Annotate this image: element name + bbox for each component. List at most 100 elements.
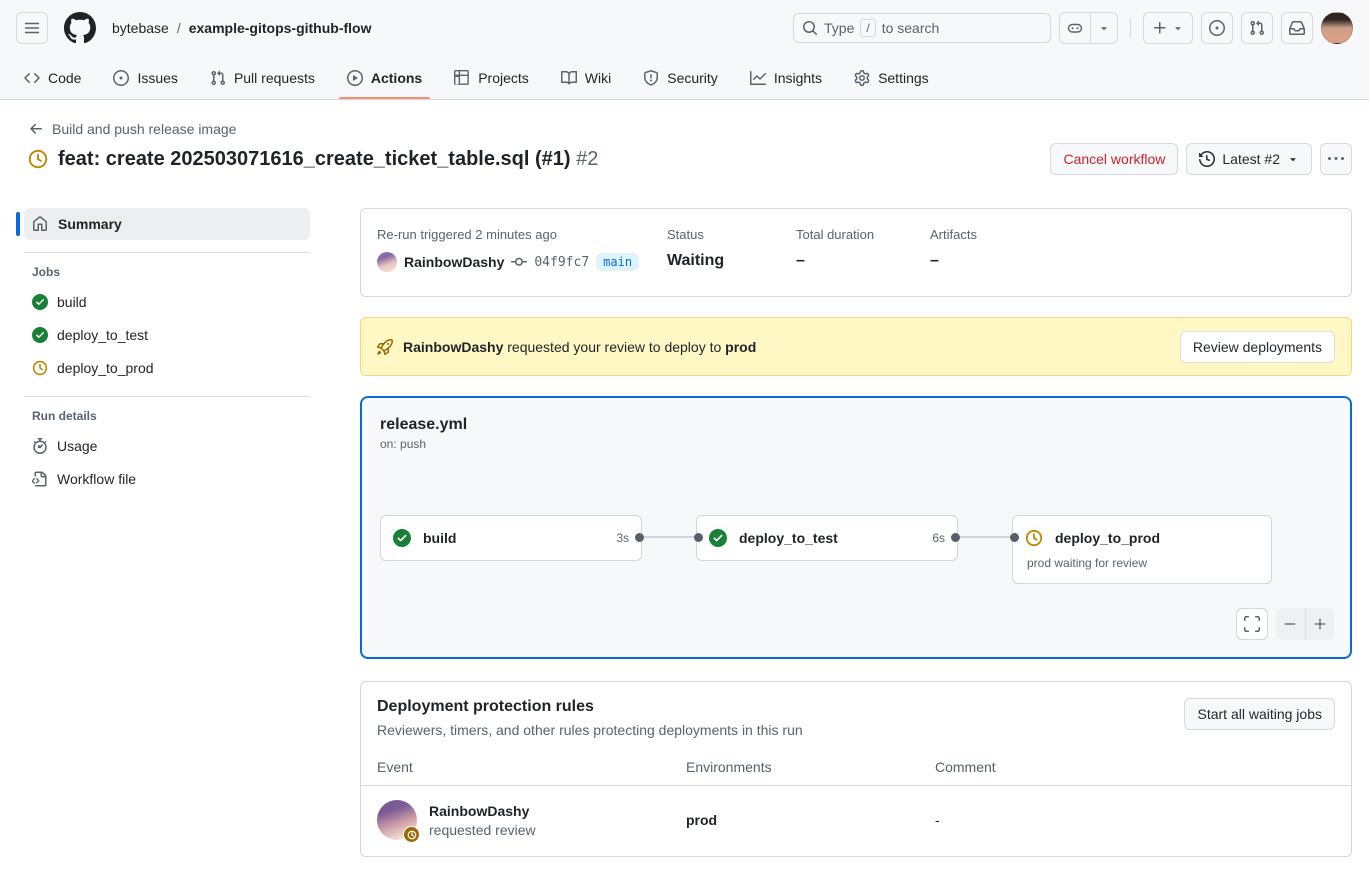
graph-node-deploy-to-test[interactable]: deploy_to_test 6s [696, 515, 958, 561]
gear-icon [854, 70, 870, 86]
node-label: deploy_to_test [739, 530, 838, 546]
tab-settings[interactable]: Settings [846, 56, 937, 99]
duration-value: – [796, 252, 930, 270]
minus-icon [1283, 617, 1297, 631]
pull-requests-dashboard-button[interactable] [1241, 12, 1273, 44]
usage-label: Usage [57, 438, 97, 454]
commit-sha[interactable]: 04f9fc7 [534, 255, 589, 270]
run-number: #2 [576, 148, 598, 170]
sidebar-job-deploy-to-prod[interactable]: deploy_to_prod [16, 351, 310, 384]
check-circle-icon [393, 529, 411, 547]
github-octocat-icon[interactable] [64, 12, 96, 44]
run-status-card: Re-run triggered 2 minutes ago RainbowDa… [360, 208, 1352, 297]
tab-code[interactable]: Code [16, 56, 89, 99]
branch-badge[interactable]: main [596, 253, 639, 271]
git-pull-request-icon [1249, 20, 1265, 36]
breadcrumb-repo[interactable]: example-gitops-github-flow [189, 20, 372, 36]
tab-actions[interactable]: Actions [339, 56, 430, 99]
deployment-protection-rules-card: Deployment protection rules Reviewers, t… [360, 681, 1352, 857]
tab-label: Code [48, 70, 81, 86]
status-value: Waiting [667, 252, 796, 270]
copilot-button[interactable] [1059, 12, 1118, 44]
tab-security[interactable]: Security [635, 56, 726, 99]
rules-subtitle: Reviewers, timers, and other rules prote… [377, 722, 803, 738]
sidebar-item-summary[interactable]: Summary [24, 208, 310, 240]
user-avatar[interactable] [1321, 12, 1353, 44]
check-circle-icon [32, 327, 48, 343]
inbox-icon [1289, 20, 1305, 36]
banner-environment: prod [725, 339, 756, 355]
table-icon [454, 70, 470, 86]
create-new-button[interactable] [1143, 12, 1193, 44]
node-duration: 3s [616, 531, 629, 545]
search-input[interactable]: Type / to search [793, 13, 1051, 43]
actor-name[interactable]: RainbowDashy [404, 254, 504, 270]
tab-pull-requests[interactable]: Pull requests [202, 56, 323, 99]
run-sidebar: Summary Jobs build deploy_to_test deploy… [16, 208, 310, 857]
hamburger-menu-button[interactable] [16, 12, 48, 44]
duration-label: Total duration [796, 227, 930, 242]
cancel-workflow-button[interactable]: Cancel workflow [1050, 143, 1178, 175]
tab-projects[interactable]: Projects [446, 56, 537, 99]
workflow-file-label: Workflow file [57, 471, 136, 487]
fullscreen-button[interactable] [1236, 608, 1268, 640]
start-all-waiting-jobs-button[interactable]: Start all waiting jobs [1184, 698, 1335, 730]
hamburger-icon [24, 20, 40, 36]
sidebar-job-deploy-to-test[interactable]: deploy_to_test [16, 318, 310, 351]
run-options-button[interactable] [1320, 143, 1352, 175]
job-label: build [57, 294, 87, 310]
workflow-graph: release.yml on: push build 3s [360, 396, 1352, 659]
connector-dot [635, 533, 644, 542]
reviewer-name[interactable]: RainbowDashy [429, 803, 536, 819]
tab-wiki[interactable]: Wiki [553, 56, 619, 99]
workflow-file-name[interactable]: release.yml [380, 416, 1332, 434]
tab-label: Issues [137, 70, 177, 86]
search-icon [802, 20, 818, 36]
plus-icon [1313, 617, 1327, 631]
copilot-dropdown[interactable] [1090, 13, 1117, 43]
latest-run-button[interactable]: Latest #2 [1186, 143, 1312, 175]
column-header-environments: Environments [686, 759, 935, 775]
actor-avatar[interactable] [377, 252, 397, 272]
fullscreen-icon [1244, 616, 1260, 632]
graph-icon [750, 70, 766, 86]
issue-opened-icon [113, 70, 129, 86]
node-note: prod waiting for review [1013, 556, 1271, 580]
clock-icon [32, 360, 48, 376]
chevron-down-icon [1287, 153, 1299, 165]
zoom-in-button[interactable] [1305, 608, 1335, 640]
graph-node-build[interactable]: build 3s [380, 515, 642, 561]
tab-label: Wiki [585, 70, 611, 86]
artifacts-label: Artifacts [930, 227, 1335, 242]
rocket-icon [377, 339, 393, 355]
history-icon [1199, 151, 1215, 167]
zoom-out-button[interactable] [1276, 608, 1305, 640]
graph-node-deploy-to-prod[interactable]: deploy_to_prod prod waiting for review [1012, 515, 1272, 584]
tab-insights[interactable]: Insights [742, 56, 830, 99]
tab-issues[interactable]: Issues [105, 56, 185, 99]
connector-dot [694, 533, 703, 542]
repo-nav: Code Issues Pull requests Actions Projec… [0, 56, 1369, 100]
breadcrumb-org[interactable]: bytebase [112, 20, 169, 36]
review-deployments-button[interactable]: Review deployments [1180, 331, 1335, 363]
back-arrow-icon [28, 121, 44, 137]
sidebar-summary-label: Summary [58, 216, 122, 232]
node-duration: 6s [932, 531, 945, 545]
sidebar-divider [24, 396, 310, 397]
book-icon [561, 70, 577, 86]
code-icon [24, 70, 40, 86]
zoom-controls [1276, 608, 1334, 640]
run-details-heading: Run details [32, 409, 310, 423]
back-link[interactable]: Build and push release image [28, 121, 236, 137]
inbox-button[interactable] [1281, 12, 1313, 44]
reviewer-avatar[interactable] [377, 800, 417, 840]
issues-dashboard-button[interactable] [1201, 12, 1233, 44]
sidebar-job-build[interactable]: build [16, 285, 310, 318]
banner-message: RainbowDashy requested your review to de… [403, 339, 756, 355]
sidebar-item-usage[interactable]: Usage [16, 429, 310, 462]
tab-label: Security [667, 70, 718, 86]
commit-icon [511, 254, 527, 270]
table-row: RainbowDashy requested review prod - [361, 786, 1351, 856]
environment-cell: prod [686, 812, 935, 828]
sidebar-item-workflow-file[interactable]: Workflow file [16, 462, 310, 495]
